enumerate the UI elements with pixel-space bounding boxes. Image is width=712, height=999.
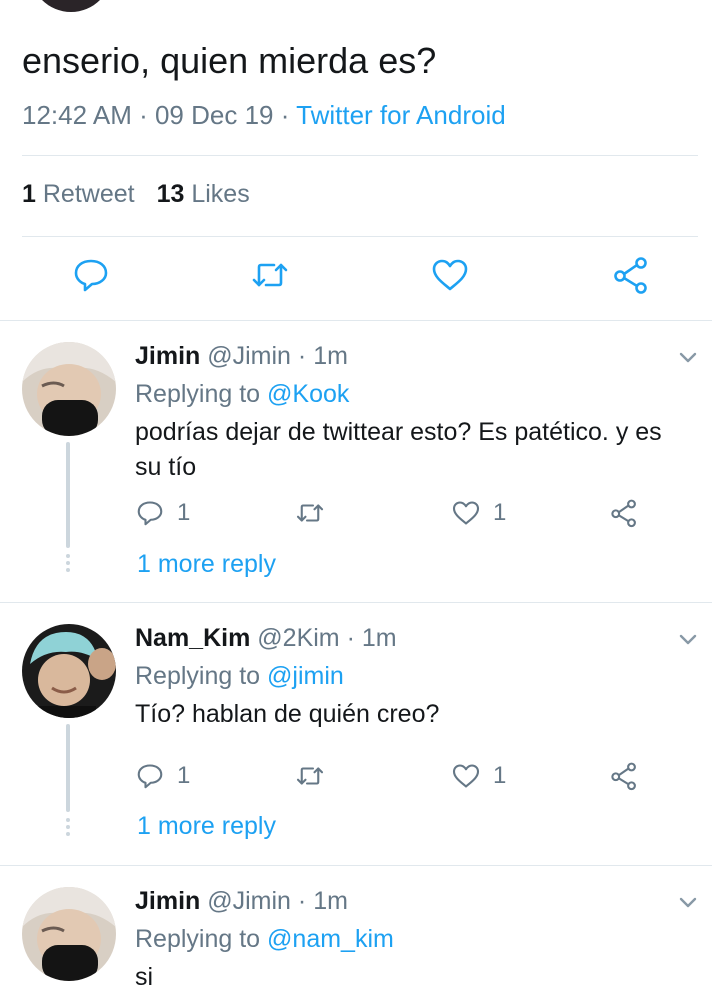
- timestamp: 1m: [361, 624, 397, 652]
- timestamp: 1m: [313, 887, 348, 915]
- heart-icon: [432, 259, 468, 291]
- tweet-time: 12:42 AM: [22, 100, 132, 130]
- reply-item[interactable]: Jimin @Jimin · 1m Replying to @nam_kim s…: [0, 865, 712, 999]
- retweet-button[interactable]: [250, 255, 290, 295]
- like-count: 1: [493, 499, 507, 526]
- reply-action-bar: 1 1: [135, 759, 655, 793]
- chevron-down-icon[interactable]: [678, 348, 698, 368]
- replying-prefix: Replying to: [135, 662, 268, 690]
- tweet-text: enserio, quien mierda es?: [22, 40, 437, 81]
- reply-header: Jimin @Jimin · 1m: [135, 887, 348, 916]
- likes-stat[interactable]: 13 Likes: [157, 180, 250, 208]
- reply-header: Jimin @Jimin · 1m: [135, 342, 348, 371]
- retweet-count: 1: [22, 180, 36, 208]
- reply-text: Tío? hablan de quién creo?: [135, 700, 440, 728]
- avatar[interactable]: [22, 342, 116, 436]
- retweet-button[interactable]: [295, 496, 325, 530]
- handle[interactable]: @2Kim: [257, 624, 339, 652]
- share-button[interactable]: [609, 496, 639, 530]
- tweet-client-link[interactable]: Twitter for Android: [296, 100, 506, 130]
- handle[interactable]: @Jimin: [207, 342, 291, 370]
- reply-action-bar: 1 1: [135, 496, 655, 530]
- retweet-button[interactable]: [295, 759, 325, 793]
- reply-button[interactable]: 1: [135, 759, 190, 793]
- retweet-icon: [296, 767, 324, 785]
- replying-to: Replying to @nam_kim: [135, 925, 394, 954]
- avatar[interactable]: [22, 624, 116, 718]
- thread-line: [66, 724, 70, 812]
- chevron-down-icon[interactable]: [678, 893, 698, 913]
- like-button[interactable]: 1: [451, 496, 506, 530]
- reply-text: si: [135, 963, 154, 991]
- reply-item[interactable]: Jimin @Jimin · 1m Replying to @Kook podr…: [0, 320, 712, 603]
- reply-count: 1: [177, 762, 191, 789]
- reply-icon: [137, 501, 163, 526]
- handle[interactable]: @Jimin: [207, 887, 291, 915]
- reply-text: podrías dejar de twittear esto? Es patét…: [135, 418, 662, 481]
- share-icon: [611, 499, 636, 528]
- reply-icon: [74, 259, 108, 292]
- previous-avatar[interactable]: [30, 0, 112, 12]
- reply-count: 1: [177, 499, 191, 526]
- header-separator: ·: [339, 624, 362, 652]
- tweet-meta: 12:42 AM · 09 Dec 19 · Twitter for Andro…: [22, 100, 506, 131]
- replying-to: Replying to @Kook: [135, 380, 349, 409]
- retweet-label: Retweet: [42, 180, 135, 208]
- avatar[interactable]: [22, 887, 116, 981]
- reply-icon: [137, 764, 163, 789]
- heart-icon: [452, 764, 480, 788]
- retweet-icon: [252, 263, 288, 287]
- divider: [22, 236, 698, 237]
- tweet-action-bar: [0, 255, 712, 301]
- reply-button[interactable]: 1: [135, 496, 190, 530]
- like-count: 13: [156, 180, 185, 208]
- like-count: 1: [493, 762, 507, 789]
- more-replies-link[interactable]: 1 more reply: [137, 812, 276, 841]
- share-icon: [614, 257, 647, 294]
- replying-to: Replying to @jimin: [135, 662, 344, 691]
- mention-link[interactable]: @jimin: [267, 662, 344, 690]
- share-button[interactable]: [609, 759, 639, 793]
- display-name[interactable]: Nam_Kim: [135, 624, 250, 652]
- reply-item[interactable]: Nam_Kim @2Kim · 1m Replying to @jimin Tí…: [0, 602, 712, 865]
- replying-prefix: Replying to: [135, 925, 268, 953]
- divider: [22, 155, 698, 156]
- retweet-stat[interactable]: 1 Retweet: [22, 180, 135, 208]
- mention-link[interactable]: @Kook: [267, 380, 349, 408]
- share-button[interactable]: [611, 255, 651, 295]
- like-button[interactable]: [430, 255, 470, 295]
- thread-line: [66, 442, 70, 548]
- like-button[interactable]: 1: [451, 759, 506, 793]
- header-separator: ·: [290, 342, 314, 370]
- display-name[interactable]: Jimin: [135, 342, 200, 370]
- tweet-stats: 1 Retweet 13 Likes: [22, 180, 250, 209]
- reply-button[interactable]: [71, 255, 111, 295]
- more-replies-link[interactable]: 1 more reply: [137, 550, 276, 579]
- likes-label: Likes: [191, 180, 250, 208]
- tweet-date: 09 Dec 19: [154, 100, 274, 130]
- retweet-icon: [296, 504, 324, 522]
- thread-dots: [64, 554, 72, 575]
- meta-separator: ·: [273, 100, 297, 130]
- header-separator: ·: [290, 887, 314, 915]
- heart-icon: [452, 501, 480, 525]
- chevron-down-icon[interactable]: [678, 630, 698, 650]
- reply-header: Nam_Kim @2Kim · 1m: [135, 624, 397, 653]
- mention-link[interactable]: @nam_kim: [267, 925, 394, 953]
- thread-dots: [64, 818, 72, 839]
- timestamp: 1m: [313, 342, 348, 370]
- meta-separator: ·: [131, 100, 155, 130]
- replying-prefix: Replying to: [135, 380, 268, 408]
- share-icon: [611, 762, 636, 791]
- display-name[interactable]: Jimin: [135, 887, 200, 915]
